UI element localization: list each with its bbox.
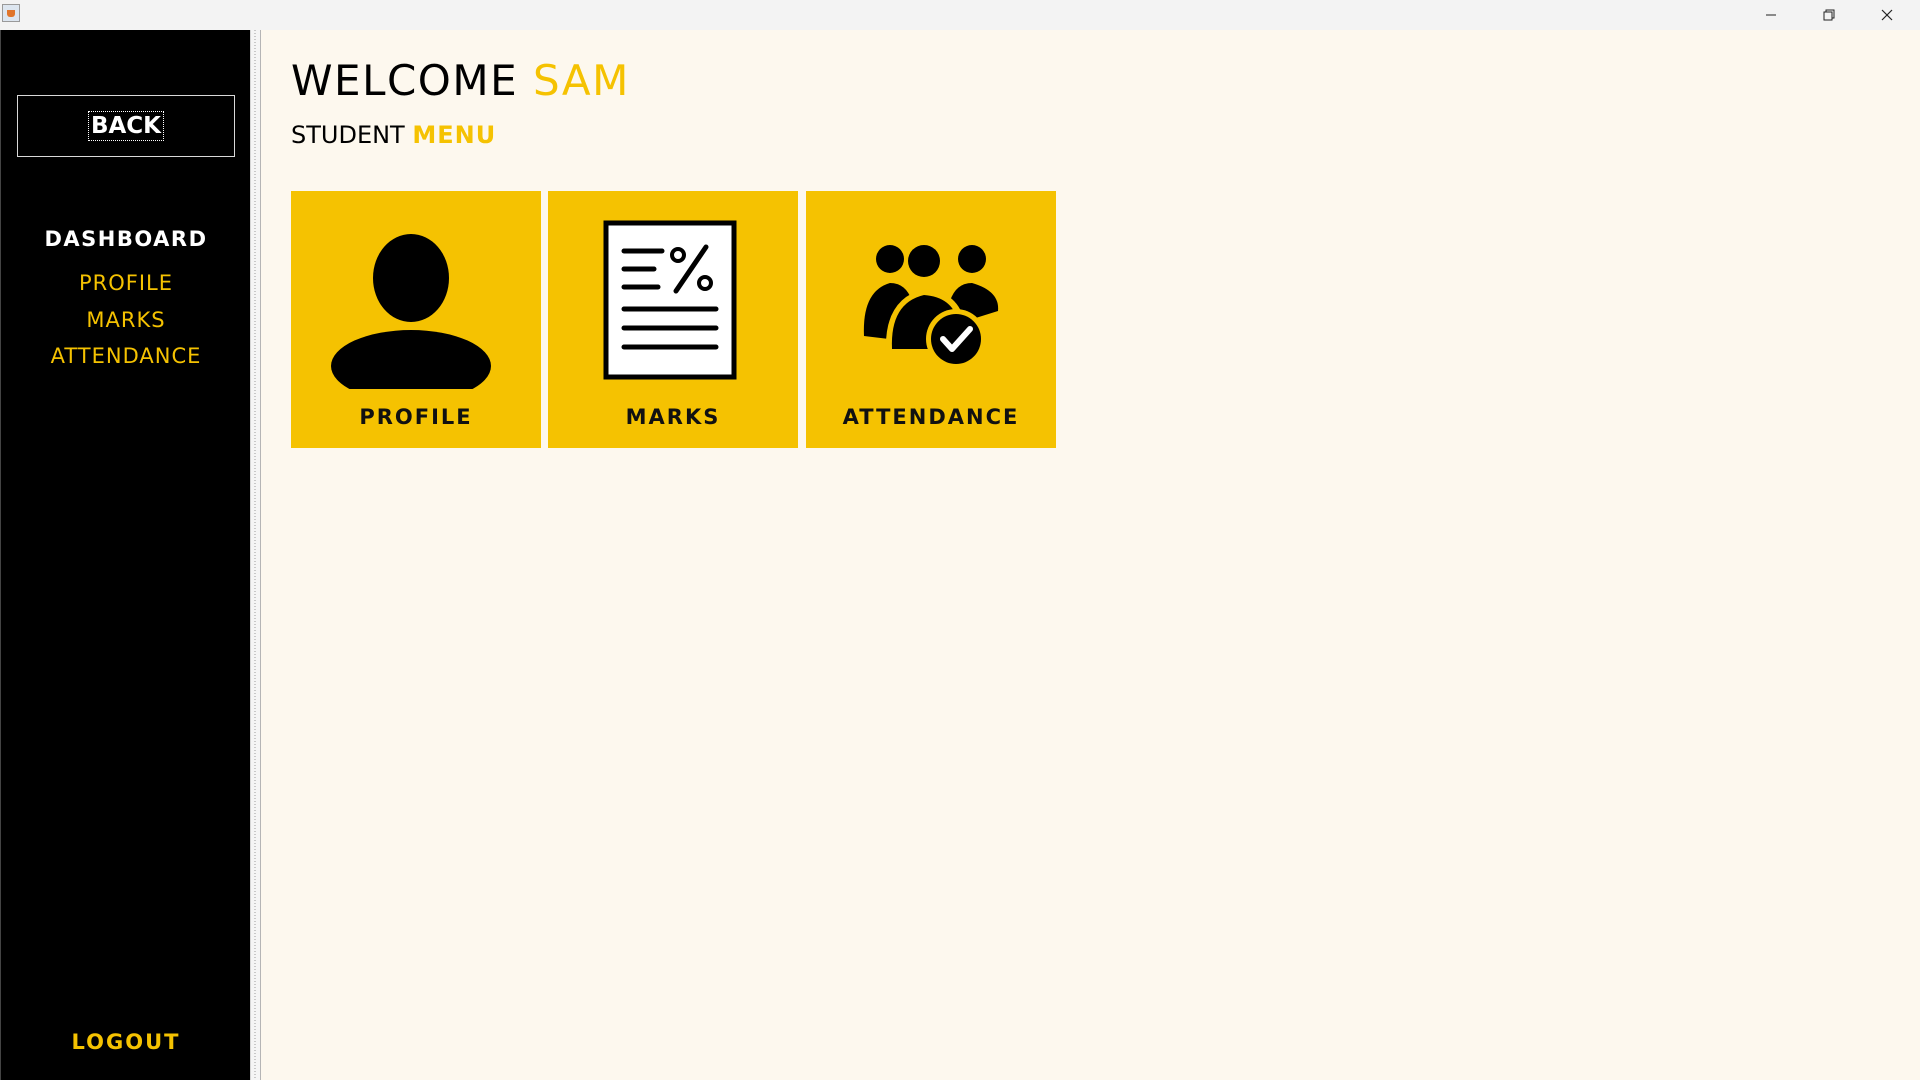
attendance-tile-label: ATTENDANCE: [842, 405, 1020, 429]
logout-button[interactable]: LOGOUT: [1, 1030, 251, 1054]
group-check-icon: [863, 242, 999, 369]
restore-button[interactable]: [1800, 0, 1858, 30]
sidebar: BACK DASHBOARD PROFILE MARKS ATTENDANCE …: [0, 30, 250, 1080]
marks-tile[interactable]: MARKS: [548, 191, 798, 448]
subtitle-accent: MENU: [412, 121, 497, 149]
attendance-tile[interactable]: ATTENDANCE: [806, 191, 1056, 448]
main-panel: WELCOME SAM STUDENT MENU PROFILE MARKS A…: [261, 30, 1920, 1080]
profile-tile-label: PROFILE: [359, 405, 473, 429]
sidebar-item-attendance[interactable]: ATTENDANCE: [1, 344, 251, 368]
back-button[interactable]: BACK: [17, 95, 235, 157]
document-percent-icon: [603, 220, 737, 380]
welcome-text: WELCOME: [291, 56, 519, 105]
split-pane-divider[interactable]: [250, 30, 261, 1080]
close-icon: [1881, 9, 1893, 21]
minimize-button[interactable]: [1742, 0, 1800, 30]
app-window: BACK DASHBOARD PROFILE MARKS ATTENDANCE …: [0, 0, 1920, 1080]
welcome-heading: WELCOME SAM: [291, 56, 630, 105]
profile-tile[interactable]: PROFILE: [291, 191, 541, 448]
user-icon: [311, 232, 521, 391]
student-menu-subtitle: STUDENT MENU: [291, 121, 496, 149]
java-cup-icon: [2, 4, 20, 22]
back-button-label: BACK: [87, 111, 165, 141]
sidebar-item-marks[interactable]: MARKS: [1, 308, 251, 332]
title-bar: [0, 0, 1920, 30]
sidebar-item-profile[interactable]: PROFILE: [1, 271, 251, 295]
marks-tile-label: MARKS: [625, 405, 721, 429]
user-name: SAM: [532, 56, 630, 105]
minimize-icon: [1766, 14, 1776, 16]
dashboard-title: DASHBOARD: [44, 227, 208, 251]
subtitle-main: STUDENT: [291, 121, 405, 149]
close-button[interactable]: [1858, 0, 1916, 30]
restore-icon: [1823, 9, 1835, 21]
